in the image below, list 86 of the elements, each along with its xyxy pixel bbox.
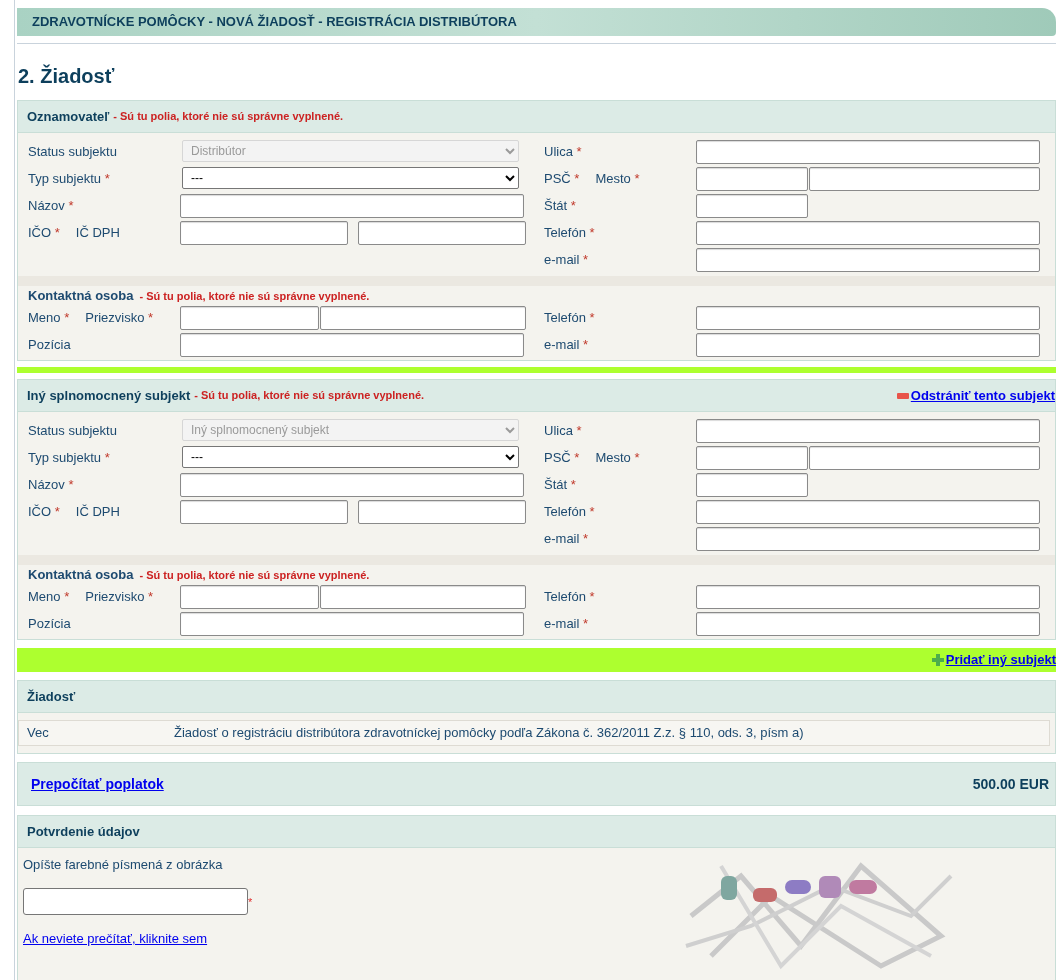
text-field[interactable] bbox=[696, 473, 808, 497]
help-link[interactable]: Ak neviete prečítať, kliknite sem bbox=[23, 928, 208, 948]
text-field[interactable] bbox=[696, 248, 1040, 272]
field-label: Priezvisko * bbox=[85, 588, 154, 606]
text-field[interactable] bbox=[809, 446, 1040, 470]
field-label: Pozícia bbox=[28, 336, 71, 354]
text-field[interactable] bbox=[696, 612, 1040, 636]
captcha-instruction: Opíšte farebné písmená z obrázka bbox=[23, 856, 224, 874]
text-field[interactable] bbox=[180, 500, 348, 524]
text-field[interactable] bbox=[696, 446, 808, 470]
add-link[interactable]: Pridať iný subjekt bbox=[945, 650, 1056, 670]
page-title: ZDRAVOTNÍCKE POMÔCKY - NOVÁ ŽIADOSŤ - REGISTRÁCIA DISTRIBÚTORA bbox=[32, 13, 517, 32]
field-label: Štát * bbox=[544, 476, 576, 494]
text-field[interactable] bbox=[358, 500, 526, 524]
text-field[interactable] bbox=[320, 585, 526, 609]
required-mark: * bbox=[248, 894, 253, 910]
dropdown-field[interactable]: --- bbox=[182, 167, 519, 189]
field-label: Názov * bbox=[28, 197, 74, 215]
field-label: Ulica * bbox=[544, 422, 582, 440]
subsection-title: Kontaktná osoba bbox=[28, 566, 134, 585]
plus-icon bbox=[931, 654, 944, 666]
error-message: - Sú tu polia, ktoré nie sú správne vyplnené. bbox=[139, 567, 370, 583]
text-field[interactable] bbox=[180, 612, 524, 636]
text-field[interactable] bbox=[696, 140, 1040, 164]
error-message: - Sú tu polia, ktoré nie sú správne vyplnené. bbox=[139, 288, 370, 304]
field-label: Telefón * bbox=[544, 588, 595, 606]
field-label: Typ subjektu * bbox=[28, 170, 110, 188]
field-label: Telefón * bbox=[544, 224, 595, 242]
text-field[interactable] bbox=[696, 221, 1040, 245]
text-field[interactable] bbox=[180, 473, 524, 497]
field-label: Mesto * bbox=[595, 170, 640, 188]
text-field[interactable] bbox=[696, 167, 808, 191]
text-field[interactable] bbox=[696, 419, 1040, 443]
field-label: Priezvisko * bbox=[85, 309, 154, 327]
fee-amount: 500.00 EUR bbox=[972, 774, 1049, 794]
field-label: Meno * bbox=[28, 309, 70, 327]
subsection-title: Kontaktná osoba bbox=[28, 287, 134, 306]
text-field[interactable] bbox=[180, 306, 319, 330]
section-title: Žiadosť bbox=[27, 687, 76, 706]
field-label: Ulica * bbox=[544, 143, 582, 161]
section-title: Oznamovateľ bbox=[27, 107, 110, 126]
text-field[interactable] bbox=[809, 167, 1040, 191]
field-label: Telefón * bbox=[544, 309, 595, 327]
text-field[interactable] bbox=[696, 333, 1040, 357]
field-label: IČO * bbox=[28, 503, 60, 521]
page-heading: 2. Žiadosť bbox=[18, 64, 116, 88]
text-field[interactable] bbox=[180, 333, 524, 357]
minus-icon bbox=[896, 392, 909, 399]
captcha-field[interactable] bbox=[23, 887, 248, 915]
text-field[interactable] bbox=[696, 194, 808, 218]
field-label: Štát * bbox=[544, 197, 576, 215]
field-label: Pozícia bbox=[28, 615, 71, 633]
field-label: e-mail * bbox=[544, 251, 589, 269]
error-message: - Sú tu polia, ktoré nie sú správne vyplnené. bbox=[194, 388, 425, 404]
field-label: PSČ * bbox=[544, 449, 580, 467]
text-field[interactable] bbox=[696, 306, 1040, 330]
row-label: Vec bbox=[26, 724, 50, 743]
field-label: IČ DPH bbox=[75, 503, 120, 521]
text-field[interactable] bbox=[180, 585, 319, 609]
field-label: Status subjektu bbox=[28, 422, 117, 440]
text-field[interactable] bbox=[696, 500, 1040, 524]
text-field[interactable] bbox=[180, 194, 524, 218]
text-field[interactable] bbox=[320, 306, 526, 330]
field-label: Telefón * bbox=[544, 503, 595, 521]
text-field[interactable] bbox=[180, 221, 348, 245]
field-label: IČO * bbox=[28, 224, 60, 242]
text-field[interactable] bbox=[358, 221, 526, 245]
field-label: e-mail * bbox=[544, 530, 589, 548]
field-label: PSČ * bbox=[544, 170, 580, 188]
section-title: Iný splnomocnený subjekt bbox=[27, 386, 191, 405]
field-label: Typ subjektu * bbox=[28, 449, 110, 467]
field-label: Názov * bbox=[28, 476, 74, 494]
field-label: e-mail * bbox=[544, 336, 589, 354]
remove-link[interactable]: Odstrániť tento subjekt bbox=[910, 385, 1055, 406]
field-label: Mesto * bbox=[595, 449, 640, 467]
text-field[interactable] bbox=[696, 527, 1040, 551]
section-title: Potvrdenie údajov bbox=[27, 822, 140, 841]
dropdown-field[interactable]: --- bbox=[182, 446, 519, 468]
error-message: - Sú tu polia, ktoré nie sú správne vyplnené. bbox=[113, 109, 344, 125]
field-label: IČ DPH bbox=[75, 224, 120, 242]
field-label: Status subjektu bbox=[28, 143, 117, 161]
field-label: Meno * bbox=[28, 588, 70, 606]
recalculate-link[interactable]: Prepočítať poplatok bbox=[31, 773, 164, 795]
field-label: e-mail * bbox=[544, 615, 589, 633]
row-value: Žiadosť o registráciu distribútora zdravotníckej pomôcky podľa Zákona č. 362/2011 Z.z. § 110, ods. 3, písm a) bbox=[174, 724, 804, 743]
text-field[interactable] bbox=[696, 585, 1040, 609]
